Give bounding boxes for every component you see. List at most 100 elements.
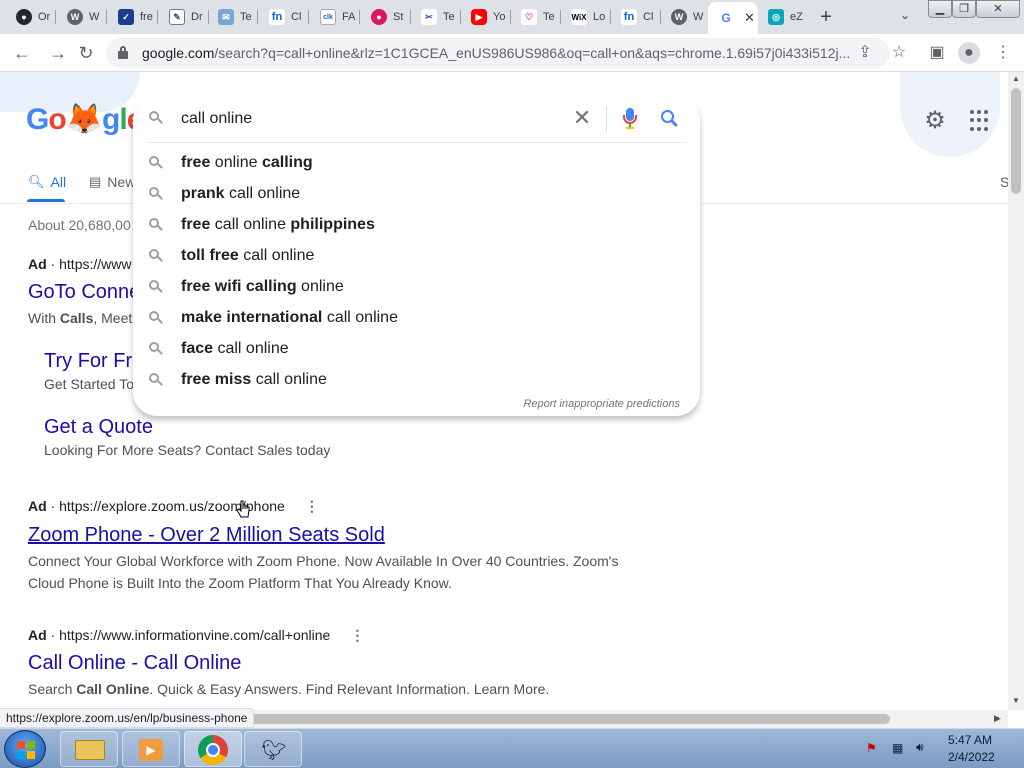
search-icon: 🔍︎ <box>28 174 45 189</box>
document-icon: ✎ <box>169 9 185 25</box>
apps-grid-icon[interactable] <box>970 110 992 132</box>
media-player-button[interactable]: ▶ <box>122 731 180 767</box>
file-explorer-button[interactable] <box>60 731 118 767</box>
browser-tab[interactable]: ♡ Te <box>511 4 561 30</box>
suggestion-text: face call online <box>181 340 289 357</box>
browser-tab[interactable]: ✎ Dr <box>159 4 209 30</box>
browser-tab[interactable]: ● St <box>361 4 411 30</box>
windows-taskbar: ▶ 🐦︎ ⚑ ▦ 🔊︎ 5:47 AM 2/4/2022 <box>0 728 1024 768</box>
sitelink-get-quote[interactable]: Get a Quote <box>44 416 153 439</box>
tab-more-fragment[interactable]: S <box>1000 174 1008 190</box>
browser-tab[interactable]: WiX Lo <box>561 4 611 30</box>
status-bar-url: https://explore.zoom.us/en/lp/business-p… <box>0 708 255 728</box>
back-arrow-icon[interactable]: ← <box>10 41 34 65</box>
scroll-thumb[interactable] <box>240 714 890 724</box>
heart-icon: ♡ <box>521 9 537 25</box>
mail-icon: ✉ <box>218 9 234 25</box>
ad-3-title[interactable]: Call Online - Call Online <box>28 652 241 675</box>
close-window-button[interactable]: ✕ <box>976 0 1020 18</box>
youtube-icon: ▶ <box>471 9 487 25</box>
hand-cursor-icon <box>236 500 250 518</box>
browser-tab[interactable]: clk FA <box>310 4 360 30</box>
search-icon <box>149 218 163 232</box>
browser-tab[interactable]: fn Cl <box>259 4 309 30</box>
flag-alert-icon[interactable]: ⚑ <box>866 741 877 755</box>
ad-3-snippet: Search Call Online. Quick & Easy Answers… <box>28 681 550 697</box>
share-icon[interactable]: ⇪ <box>854 42 876 64</box>
fn-icon: fn <box>269 9 285 25</box>
search-input[interactable]: call online <box>181 110 252 128</box>
chrome-button[interactable] <box>184 731 242 767</box>
more-options-icon[interactable]: ⋮ <box>350 627 364 644</box>
browser-tab[interactable]: fn Cl <box>611 4 661 30</box>
bookmark-star-icon[interactable]: ☆ <box>888 42 910 64</box>
url-text[interactable]: google.com/search?q=call+online&rlz=1C1G… <box>142 45 852 61</box>
side-panel-icon[interactable]: ▣ <box>926 42 948 64</box>
address-bar[interactable]: google.com/search?q=call+online&rlz=1C1G… <box>106 38 890 68</box>
new-tab-button[interactable]: + <box>814 6 838 28</box>
results-count: About 20,680,00 <box>28 217 131 233</box>
app-bird-button[interactable]: 🐦︎ <box>244 731 302 767</box>
browser-tab[interactable]: ✂ Te <box>411 4 461 30</box>
browser-tab[interactable]: ▶ Yo <box>461 4 511 30</box>
voice-search-mic-icon[interactable] <box>622 108 638 130</box>
more-options-icon[interactable]: ⋮ <box>305 498 319 515</box>
search-icon <box>149 187 163 201</box>
suggestion-text: prank call online <box>181 185 301 202</box>
reload-icon[interactable]: ↻ <box>74 41 98 65</box>
suggestion-item[interactable]: free call online philippines <box>133 210 700 241</box>
forward-arrow-icon[interactable]: → <box>46 41 70 65</box>
maximize-button[interactable]: ❐ <box>952 0 976 18</box>
suggestion-item[interactable]: free miss call online <box>133 365 700 396</box>
scroll-right-icon[interactable]: ▶ <box>994 713 1001 724</box>
media-player-icon: ▶ <box>139 739 163 761</box>
scroll-down-icon[interactable]: ▼ <box>1012 696 1020 705</box>
browser-tab[interactable]: WW <box>661 4 711 30</box>
kebab-menu-icon[interactable]: ⋮ <box>992 42 1014 64</box>
browser-tab[interactable]: ✉ Te <box>208 4 258 30</box>
browser-toolbar: ← → ↻ google.com/search?q=call+online&rl… <box>0 34 1024 72</box>
ad-1-title[interactable]: GoTo Conne <box>28 281 140 304</box>
ad-2-title[interactable]: Zoom Phone - Over 2 Million Seats Sold <box>28 524 385 547</box>
tab-search-chevron-icon[interactable]: ⌄ <box>896 8 914 26</box>
wordpress-icon: W <box>671 9 687 25</box>
suggestion-item[interactable]: prank call online <box>133 179 700 210</box>
start-button[interactable] <box>4 730 46 768</box>
suggestion-item[interactable]: free online calling <box>133 148 700 179</box>
search-box[interactable]: call online ✕ <box>133 96 700 142</box>
suggestion-item[interactable]: toll free call online <box>133 241 700 272</box>
network-icon[interactable]: ▦ <box>892 741 903 755</box>
browser-tab[interactable]: WW <box>57 4 107 30</box>
suggestion-item[interactable]: free wifi calling online <box>133 272 700 303</box>
minimize-button[interactable]: ▁ <box>928 0 952 18</box>
scroll-thumb[interactable] <box>1011 88 1021 194</box>
sitelink-try-free[interactable]: Try For Fre <box>44 350 143 373</box>
bird-icon: 🐦︎ <box>261 740 287 762</box>
lock-icon[interactable] <box>118 46 128 59</box>
tab-news[interactable]: ▤ New <box>89 174 135 190</box>
settings-gear-icon[interactable]: ⚙ <box>922 108 948 134</box>
clock-time[interactable]: 5:47 AM <box>948 733 992 747</box>
profile-avatar-icon[interactable]: ● <box>958 42 980 64</box>
suggestion-item[interactable]: make international call online <box>133 303 700 334</box>
chrome-icon <box>198 735 228 765</box>
close-tab-icon[interactable]: ✕ <box>744 10 755 26</box>
clock-date[interactable]: 2/4/2022 <box>948 750 995 764</box>
scroll-up-icon[interactable]: ▲ <box>1012 74 1020 83</box>
google-doodle-logo[interactable]: Go🦊gle <box>26 102 143 137</box>
folder-icon <box>75 740 105 760</box>
vertical-scrollbar[interactable]: ▲ ▼ <box>1008 72 1024 710</box>
tab-all[interactable]: 🔍︎ All <box>28 174 66 190</box>
ad-1-source: Ad · https://www <box>28 256 132 272</box>
browser-tab[interactable]: ✓ fre <box>108 4 158 30</box>
search-submit-icon[interactable] <box>661 110 679 128</box>
suggestion-text: free wifi calling online <box>181 278 344 295</box>
browser-tab[interactable]: ◎ eZ <box>758 4 808 30</box>
suggestion-text: make international call online <box>181 309 398 326</box>
report-predictions-link[interactable]: Report inappropriate predictions <box>523 398 680 410</box>
browser-tab[interactable]: ● Or <box>6 4 56 30</box>
volume-icon[interactable]: 🔊︎ <box>916 740 924 755</box>
browser-tab-active[interactable]: G ✕ <box>708 2 758 34</box>
clear-search-icon[interactable]: ✕ <box>571 106 593 130</box>
suggestion-item[interactable]: face call online <box>133 334 700 365</box>
